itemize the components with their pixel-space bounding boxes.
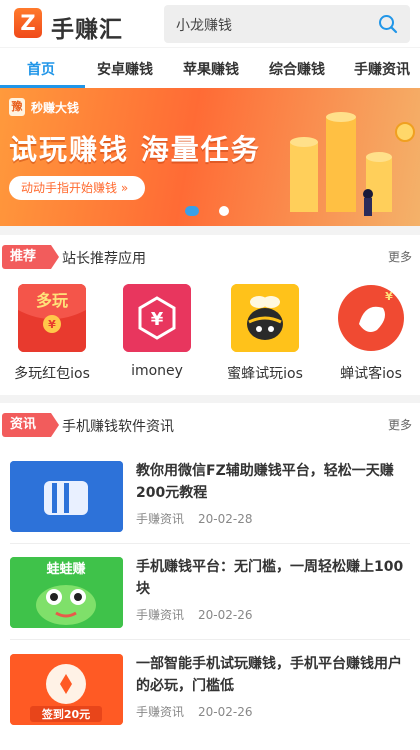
header: Z 手赚汇 小龙赚钱 bbox=[0, 0, 420, 47]
nav-tabs: 首页 安卓赚钱 苹果赚钱 综合赚钱 手赚资讯 bbox=[0, 48, 420, 88]
app-card[interactable]: ¥ imoney bbox=[105, 284, 209, 379]
news-item-title[interactable]: 手机赚钱平台：无门槛，一周轻松赚上100块 bbox=[136, 556, 406, 600]
app-card[interactable]: 蜜蜂试玩ios bbox=[213, 284, 317, 383]
news-thumbnail: 蛙蛙赚 bbox=[10, 557, 123, 628]
news-item-source: 手赚资讯 bbox=[136, 705, 185, 719]
recommend-more-link[interactable]: 更多 bbox=[388, 248, 412, 265]
banner-brand: 秒赚大钱 bbox=[31, 101, 80, 115]
news-item[interactable]: 蛙蛙赚 手机赚钱平台：无门槛，一周轻松赚上100块 手赚资讯 20-02-26 bbox=[0, 546, 420, 640]
svg-text:¥: ¥ bbox=[48, 318, 56, 331]
promo-banner[interactable]: 豫 秒赚大钱 试玩赚钱 海量任务 动动手指开始赚钱 » bbox=[0, 88, 420, 226]
logo-icon[interactable]: Z bbox=[14, 8, 42, 38]
tab-news[interactable]: 手赚资讯 bbox=[354, 59, 410, 79]
news-item-source: 手赚资讯 bbox=[136, 512, 185, 526]
news-title: 手机赚钱软件资讯 bbox=[62, 419, 174, 435]
banner-cta-button[interactable]: 动动手指开始赚钱 » bbox=[9, 176, 145, 200]
news-item-meta: 手赚资讯 20-02-26 bbox=[136, 606, 252, 623]
cicada-icon: ¥ bbox=[337, 284, 405, 352]
banner-logo-icon: 豫 bbox=[9, 98, 25, 116]
news-more-link[interactable]: 更多 bbox=[388, 416, 412, 433]
news-item-date: 20-02-26 bbox=[198, 705, 253, 719]
banner-headline: 试玩赚钱 海量任务 bbox=[9, 133, 261, 166]
tab-general[interactable]: 综合赚钱 bbox=[269, 59, 325, 79]
tab-home[interactable]: 首页 bbox=[27, 59, 55, 79]
news-thumb-text: 蛙蛙赚 bbox=[46, 561, 85, 577]
news-tag: 资讯 bbox=[2, 413, 59, 437]
bee-icon bbox=[231, 284, 299, 352]
tab-ios[interactable]: 苹果赚钱 bbox=[183, 59, 239, 79]
tab-android[interactable]: 安卓赚钱 bbox=[97, 59, 153, 79]
recommend-section: 推荐 站长推荐应用 更多 多玩 ¥ 多玩红包ios ¥ imoney 蜜蜂试玩i… bbox=[0, 235, 420, 395]
search-input[interactable]: 小龙赚钱 bbox=[176, 15, 232, 35]
app-label: imoney bbox=[131, 363, 183, 379]
svg-text:¥: ¥ bbox=[151, 309, 164, 330]
app-card[interactable]: 多玩 ¥ 多玩红包ios bbox=[0, 284, 104, 383]
coin-stacks-illustration bbox=[290, 112, 415, 216]
recommend-tag: 推荐 bbox=[2, 245, 59, 269]
news-item-date: 20-02-28 bbox=[198, 512, 253, 526]
search-bar[interactable]: 小龙赚钱 bbox=[164, 5, 410, 43]
banner-dot[interactable] bbox=[219, 206, 229, 216]
app-label: 蜜蜂试玩ios bbox=[227, 366, 303, 382]
news-section: 资讯 手机赚钱软件资讯 更多 教你用微信FZ辅助赚钱平台，轻松一天赚200元教程… bbox=[0, 403, 420, 750]
app-name[interactable]: 手赚汇 bbox=[51, 10, 123, 44]
app-label: 多玩红包ios bbox=[14, 366, 90, 382]
banner-dot-active[interactable] bbox=[185, 206, 199, 216]
svg-text:多玩: 多玩 bbox=[36, 291, 68, 310]
news-thumb-text: 签到20元 bbox=[41, 707, 90, 721]
svg-text:¥: ¥ bbox=[385, 290, 393, 303]
news-item-meta: 手赚资讯 20-02-26 bbox=[136, 703, 252, 720]
imoney-icon: ¥ bbox=[123, 284, 191, 352]
news-item-title[interactable]: 教你用微信FZ辅助赚钱平台，轻松一天赚200元教程 bbox=[136, 460, 406, 504]
duowan-hongbao-icon: 多玩 ¥ bbox=[18, 284, 86, 352]
news-thumbnail: 签到20元 bbox=[10, 654, 123, 725]
app-label: 蝉试客ios bbox=[340, 366, 402, 382]
news-item-title[interactable]: 一部智能手机试玩赚钱，手机平台赚钱用户的必玩，门槛低 bbox=[136, 653, 406, 697]
app-card[interactable]: ¥ 蝉试客ios bbox=[319, 284, 420, 383]
news-item-date: 20-02-26 bbox=[198, 608, 253, 622]
news-item[interactable]: 教你用微信FZ辅助赚钱平台，轻松一天赚200元教程 手赚资讯 20-02-28 bbox=[0, 450, 420, 544]
recommend-title: 站长推荐应用 bbox=[62, 251, 146, 267]
search-icon[interactable] bbox=[378, 14, 398, 34]
news-thumbnail bbox=[10, 461, 123, 532]
news-item-source: 手赚资讯 bbox=[136, 608, 185, 622]
news-item[interactable]: 签到20元 一部智能手机试玩赚钱，手机平台赚钱用户的必玩，门槛低 手赚资讯 20-… bbox=[0, 643, 420, 737]
divider bbox=[10, 639, 410, 640]
divider bbox=[10, 543, 410, 544]
news-item-meta: 手赚资讯 20-02-28 bbox=[136, 510, 252, 527]
